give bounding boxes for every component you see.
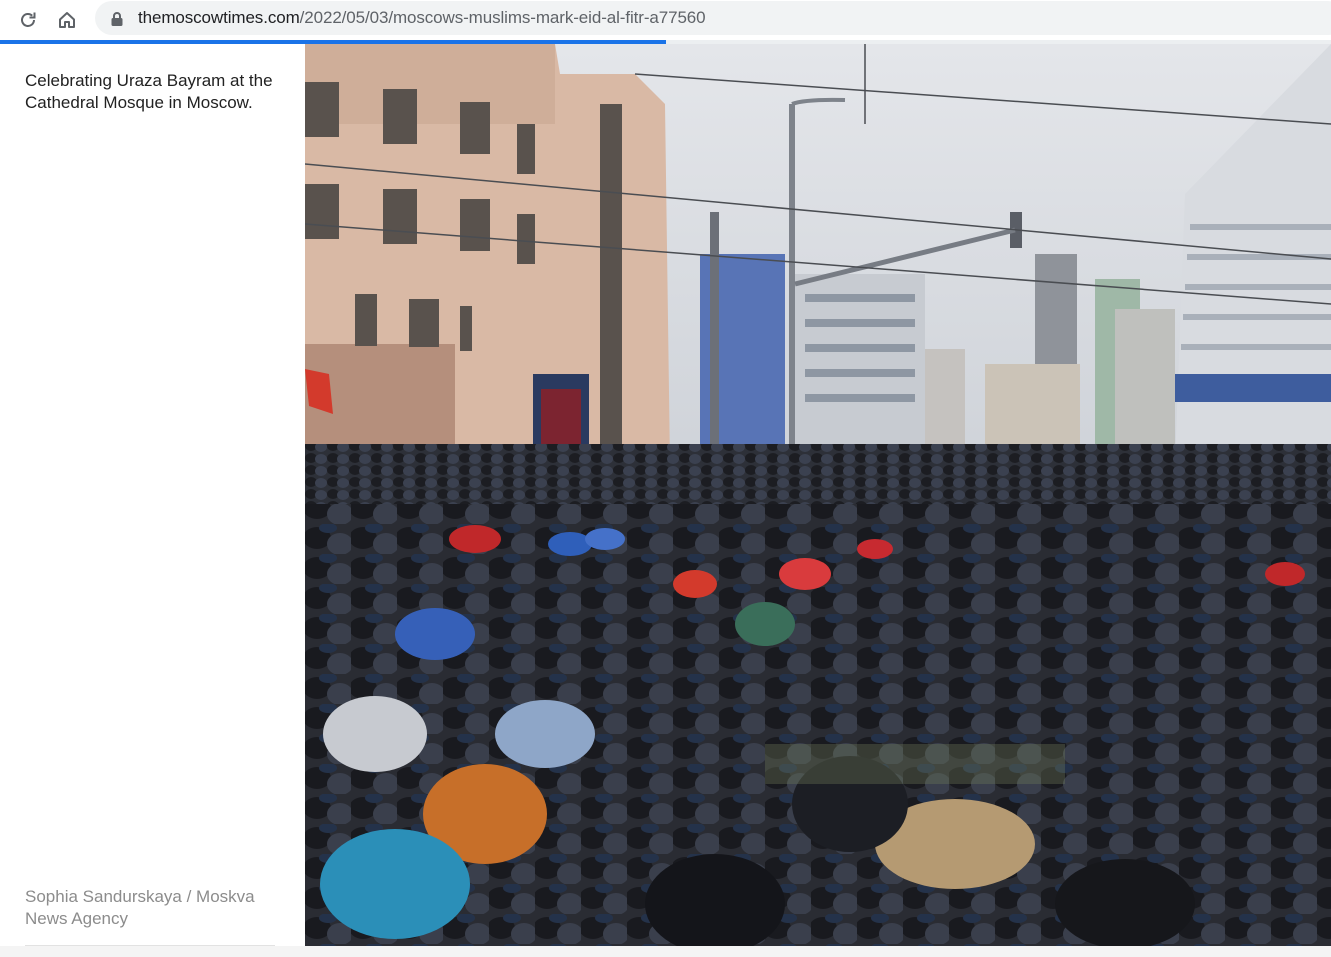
gallery-photo[interactable]	[305, 44, 1331, 946]
lock-icon	[111, 12, 123, 26]
url-text[interactable]: themoscowtimes.com/2022/05/03/moscows-mu…	[138, 8, 706, 28]
browser-toolbar: themoscowtimes.com/2022/05/03/moscows-mu…	[0, 0, 1331, 40]
photo-credit: Sophia Sandurskaya / Moskva News Agency	[25, 887, 255, 928]
page-bottom-edge	[0, 946, 1331, 957]
reload-icon	[21, 12, 36, 27]
home-icon	[59, 12, 75, 28]
reload-button[interactable]	[14, 6, 42, 34]
url-path: /2022/05/03/moscows-muslims-mark-eid-al-…	[299, 8, 706, 27]
home-button[interactable]	[53, 6, 81, 34]
photo-caption: Celebrating Uraza Bayram at the Cathedra…	[25, 71, 273, 112]
address-bar[interactable]: themoscowtimes.com/2022/05/03/moscows-mu…	[95, 1, 1331, 35]
url-host: themoscowtimes.com	[138, 8, 300, 27]
